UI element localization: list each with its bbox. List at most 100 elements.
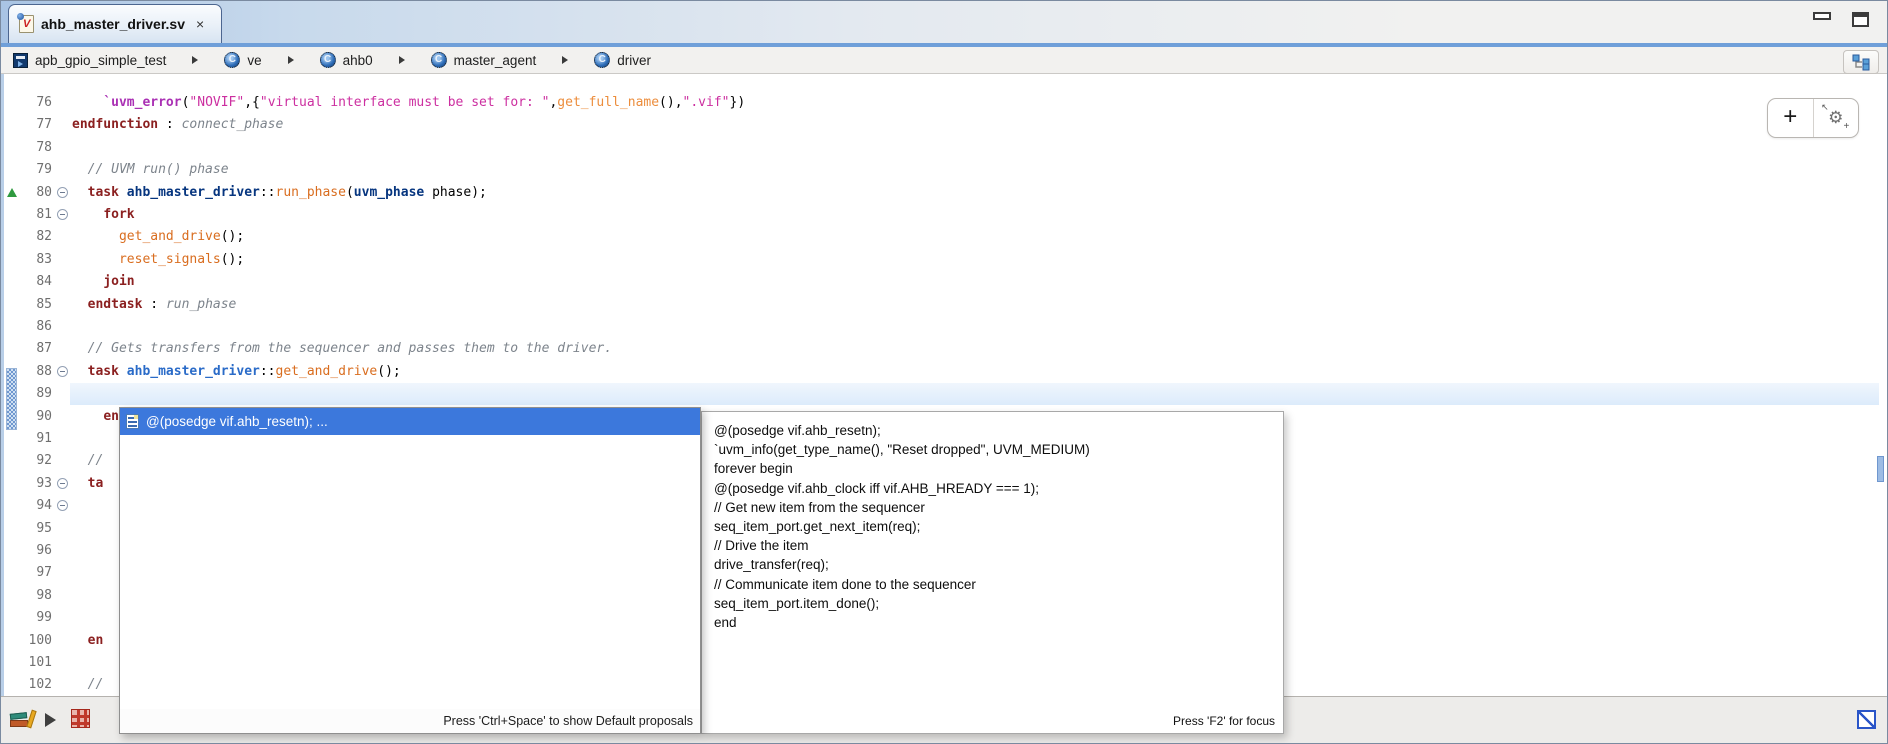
code-text: // bbox=[72, 450, 103, 472]
tab-ahb-master-driver[interactable]: ahb_master_driver.sv × bbox=[8, 4, 222, 43]
code-line-79: 79 // UVM run() phase bbox=[4, 159, 1887, 182]
line-number[interactable]: 102 bbox=[18, 674, 52, 696]
line-number[interactable]: 99 bbox=[18, 607, 52, 629]
code-text: task ahb_master_driver::run_phase(uvm_ph… bbox=[72, 182, 487, 204]
line-number[interactable]: 98 bbox=[18, 585, 52, 607]
breadcrumb-item-master_agent[interactable]: master_agent bbox=[431, 52, 537, 68]
breadcrumb-arrow-icon bbox=[192, 56, 198, 64]
code-line-88: 88 task ahb_master_driver::get_and_drive… bbox=[4, 361, 1887, 384]
breadcrumb-item-ve[interactable]: ve bbox=[224, 52, 261, 68]
template-proposal-icon bbox=[126, 414, 139, 429]
line-number[interactable]: 94 bbox=[18, 495, 52, 517]
line-number[interactable]: 91 bbox=[18, 428, 52, 450]
line-number[interactable]: 84 bbox=[18, 271, 52, 293]
class-icon bbox=[224, 52, 240, 68]
console-toggle-icon[interactable] bbox=[1857, 710, 1876, 729]
code-text: endfunction : connect_phase bbox=[72, 114, 283, 136]
red-grid-icon[interactable] bbox=[71, 709, 90, 728]
code-line-89: 89 bbox=[4, 383, 1887, 406]
hierarchy-view-button[interactable] bbox=[1843, 50, 1879, 74]
fold-collapse-icon[interactable] bbox=[57, 478, 68, 489]
line-number[interactable]: 83 bbox=[18, 249, 52, 271]
line-number[interactable]: 93 bbox=[18, 473, 52, 495]
fold-collapse-icon[interactable] bbox=[57, 209, 68, 220]
code-line-85: 85 endtask : run_phase bbox=[4, 294, 1887, 317]
line-number[interactable]: 90 bbox=[18, 406, 52, 428]
proposal-item-selected[interactable]: @(posedge vif.ahb_resetn); ... bbox=[120, 408, 700, 435]
line-number[interactable]: 85 bbox=[18, 294, 52, 316]
add-button[interactable]: + bbox=[1768, 99, 1813, 137]
hierarchy-icon bbox=[1852, 54, 1870, 71]
line-number[interactable]: 78 bbox=[18, 137, 52, 159]
ide-window: ahb_master_driver.sv × apb_gpio_simple_t… bbox=[0, 0, 1888, 744]
breadcrumb-label: master_agent bbox=[454, 53, 537, 68]
code-line-81: 81 fork bbox=[4, 204, 1887, 227]
class-icon bbox=[594, 52, 610, 68]
line-number[interactable]: 82 bbox=[18, 226, 52, 248]
line-number[interactable]: 76 bbox=[18, 92, 52, 114]
code-text: // Gets transfers from the sequencer and… bbox=[72, 338, 612, 360]
line-number[interactable]: 101 bbox=[18, 652, 52, 674]
editor-floating-toolbar: + ⚙ bbox=[1767, 98, 1859, 138]
breadcrumb: apb_gpio_simple_test ve ahb0 master_agent dr… bbox=[1, 47, 1887, 74]
line-number[interactable]: 96 bbox=[18, 540, 52, 562]
tab-title: ahb_master_driver.sv bbox=[41, 16, 185, 32]
code-line-76: 76 `uvm_error("NOVIF",{"virtual interfac… bbox=[4, 92, 1887, 115]
code-line-77: 77 endfunction : connect_phase bbox=[4, 114, 1887, 137]
code-text: ta bbox=[72, 473, 103, 495]
code-line-87: 87 // Gets transfers from the sequencer … bbox=[4, 338, 1887, 361]
breadcrumb-item-driver[interactable]: driver bbox=[594, 52, 651, 68]
maximize-button[interactable] bbox=[1852, 12, 1869, 27]
code-line-82: 82 get_and_drive(); bbox=[4, 226, 1887, 249]
code-line-86: 86 bbox=[4, 316, 1887, 339]
minimize-button[interactable] bbox=[1813, 12, 1831, 20]
class-icon bbox=[431, 52, 447, 68]
line-number[interactable]: 79 bbox=[18, 159, 52, 181]
code-text: reset_signals(); bbox=[72, 249, 244, 271]
preview-code-line: // Drive the item bbox=[714, 536, 1279, 555]
code-text: task ahb_master_driver::get_and_drive(); bbox=[72, 361, 401, 383]
code-text: en bbox=[72, 406, 119, 428]
proposal-preview-code: @(posedge vif.ahb_resetn);`uvm_info(get_… bbox=[702, 412, 1283, 632]
code-line-83: 83 reset_signals(); bbox=[4, 249, 1887, 272]
code-text: endtask : run_phase bbox=[72, 294, 236, 316]
code-line-78: 78 bbox=[4, 137, 1887, 160]
preview-footer-hint: Press 'F2' for focus bbox=[702, 709, 1283, 733]
line-number[interactable]: 87 bbox=[18, 338, 52, 360]
breadcrumb-item-apb_gpio_simple_test[interactable]: apb_gpio_simple_test bbox=[13, 53, 166, 68]
line-number[interactable]: 88 bbox=[18, 361, 52, 383]
line-number[interactable]: 81 bbox=[18, 204, 52, 226]
library-books-icon[interactable] bbox=[10, 710, 34, 730]
code-text: get_and_drive(); bbox=[72, 226, 244, 248]
line-number[interactable]: 86 bbox=[18, 316, 52, 338]
breadcrumb-item-ahb0[interactable]: ahb0 bbox=[320, 52, 373, 68]
fold-collapse-icon[interactable] bbox=[57, 366, 68, 377]
preview-code-line: // Get new item from the sequencer bbox=[714, 498, 1279, 517]
proposal-label: @(posedge vif.ahb_resetn); ... bbox=[146, 414, 328, 429]
line-number[interactable]: 80 bbox=[18, 182, 52, 204]
breadcrumb-arrow-icon bbox=[399, 56, 405, 64]
breadcrumb-arrow-icon bbox=[562, 56, 568, 64]
line-number[interactable]: 95 bbox=[18, 518, 52, 540]
overview-ruler-marker bbox=[1877, 456, 1884, 482]
preview-code-line: `uvm_info(get_type_name(), "Reset droppe… bbox=[714, 440, 1279, 459]
fold-collapse-icon[interactable] bbox=[57, 187, 68, 198]
breadcrumb-label: ahb0 bbox=[343, 53, 373, 68]
line-number[interactable]: 100 bbox=[18, 630, 52, 652]
line-number[interactable]: 77 bbox=[18, 114, 52, 136]
line-number[interactable]: 97 bbox=[18, 562, 52, 584]
fold-collapse-icon[interactable] bbox=[57, 500, 68, 511]
line-number[interactable]: 89 bbox=[18, 383, 52, 405]
code-text: // UVM run() phase bbox=[72, 159, 229, 181]
preview-code-line: end bbox=[714, 613, 1279, 632]
code-text: fork bbox=[72, 204, 135, 226]
code-line-84: 84 join bbox=[4, 271, 1887, 294]
line-number[interactable]: 92 bbox=[18, 450, 52, 472]
code-line-80: 80 task ahb_master_driver::run_phase(uvm… bbox=[4, 182, 1887, 205]
settings-button[interactable]: ⚙ bbox=[1813, 99, 1859, 137]
preview-code-line: drive_transfer(req); bbox=[714, 555, 1279, 574]
preview-code-line: @(posedge vif.ahb_resetn); bbox=[714, 421, 1279, 440]
preview-code-line: // Communicate item done to the sequence… bbox=[714, 575, 1279, 594]
close-tab-icon[interactable]: × bbox=[196, 16, 204, 32]
run-arrow-icon[interactable] bbox=[45, 713, 56, 727]
